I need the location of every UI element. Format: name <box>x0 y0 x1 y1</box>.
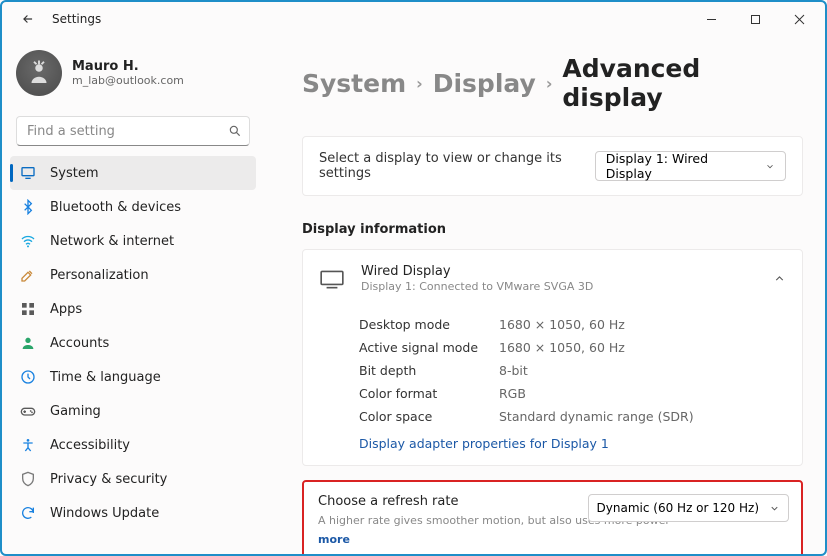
info-value: 1680 × 1050, 60 Hz <box>499 317 625 332</box>
nav-item-personalization[interactable]: Personalization <box>10 258 256 292</box>
accessibility-icon <box>20 437 36 453</box>
privacy-icon <box>20 471 36 487</box>
chevron-up-icon <box>773 272 786 285</box>
window-title: Settings <box>52 12 101 26</box>
nav-item-apps[interactable]: Apps <box>10 292 256 326</box>
info-key: Bit depth <box>359 363 499 378</box>
nav-item-time[interactable]: Time & language <box>10 360 256 394</box>
info-value: Standard dynamic range (SDR) <box>499 409 694 424</box>
chevron-right-icon: › <box>416 74 423 93</box>
refresh-rate-card: Choose a refresh rate A higher rate give… <box>302 480 803 554</box>
adapter-properties-link[interactable]: Display adapter properties for Display 1 <box>359 436 784 451</box>
nav-label: System <box>50 166 98 181</box>
info-row: Color formatRGB <box>359 382 784 405</box>
selector-label: Select a display to view or change its s… <box>319 151 595 181</box>
info-row: Color spaceStandard dynamic range (SDR) <box>359 405 784 428</box>
info-value: 8-bit <box>499 363 528 378</box>
nav-label: Accessibility <box>50 438 130 453</box>
breadcrumb: System › Display › Advanced display <box>302 54 803 112</box>
breadcrumb-current: Advanced display <box>562 54 803 112</box>
nav-item-accounts[interactable]: Accounts <box>10 326 256 360</box>
nav-item-network[interactable]: Network & internet <box>10 224 256 258</box>
search-input[interactable] <box>16 116 250 146</box>
nav-item-update[interactable]: Windows Update <box>10 496 256 530</box>
system-icon <box>20 165 36 181</box>
display-info-body: Desktop mode1680 × 1050, 60 HzActive sig… <box>303 307 802 465</box>
nav-label: Bluetooth & devices <box>50 200 181 215</box>
display-dropdown[interactable]: Display 1: Wired Display <box>595 151 786 181</box>
nav-label: Time & language <box>50 370 161 385</box>
avatar <box>16 50 62 96</box>
chevron-down-icon <box>769 503 780 514</box>
display-sub: Display 1: Connected to VMware SVGA 3D <box>361 280 757 293</box>
refresh-rate-value: Dynamic (60 Hz or 120 Hz) <box>597 501 759 515</box>
display-dropdown-value: Display 1: Wired Display <box>606 151 745 181</box>
nav-item-bluetooth[interactable]: Bluetooth & devices <box>10 190 256 224</box>
nav-item-system[interactable]: System <box>10 156 256 190</box>
breadcrumb-system[interactable]: System <box>302 69 406 98</box>
nav-label: Windows Update <box>50 506 159 521</box>
nav-label: Accounts <box>50 336 109 351</box>
network-icon <box>20 233 36 249</box>
breadcrumb-display[interactable]: Display <box>433 69 536 98</box>
apps-icon <box>20 301 36 317</box>
back-button[interactable] <box>16 7 40 31</box>
nav-label: Apps <box>50 302 82 317</box>
time-icon <box>20 369 36 385</box>
monitor-icon <box>319 269 345 289</box>
nav-label: Personalization <box>50 268 149 283</box>
info-row: Bit depth8-bit <box>359 359 784 382</box>
profile-name: Mauro H. <box>72 59 184 74</box>
accounts-icon <box>20 335 36 351</box>
nav-label: Gaming <box>50 404 101 419</box>
display-name: Wired Display <box>361 264 757 279</box>
refresh-rate-dropdown[interactable]: Dynamic (60 Hz or 120 Hz) <box>588 494 789 522</box>
gaming-icon <box>20 403 36 419</box>
search-icon <box>228 123 242 142</box>
profile-email: m_lab@outlook.com <box>72 74 184 87</box>
maximize-button[interactable] <box>733 4 777 34</box>
minimize-button[interactable] <box>689 4 733 34</box>
display-info-header[interactable]: Wired Display Display 1: Connected to VM… <box>303 250 802 307</box>
nav-item-gaming[interactable]: Gaming <box>10 394 256 428</box>
section-title: Display information <box>302 222 803 237</box>
info-value: RGB <box>499 386 526 401</box>
sidebar: Mauro H. m_lab@outlook.com System Bluetoo… <box>2 36 262 554</box>
chevron-down-icon <box>765 161 775 172</box>
nav-item-accessibility[interactable]: Accessibility <box>10 428 256 462</box>
nav-label: Privacy & security <box>50 472 167 487</box>
info-row: Active signal mode1680 × 1050, 60 Hz <box>359 336 784 359</box>
personalization-icon <box>20 267 36 283</box>
nav-label: Network & internet <box>50 234 174 249</box>
search-box[interactable] <box>16 116 250 146</box>
info-key: Active signal mode <box>359 340 499 355</box>
display-info-card: Wired Display Display 1: Connected to VM… <box>302 249 803 466</box>
info-key: Desktop mode <box>359 317 499 332</box>
info-key: Color format <box>359 386 499 401</box>
profile[interactable]: Mauro H. m_lab@outlook.com <box>10 44 256 110</box>
update-icon <box>20 505 36 521</box>
info-value: 1680 × 1050, 60 Hz <box>499 340 625 355</box>
info-row: Desktop mode1680 × 1050, 60 Hz <box>359 313 784 336</box>
learn-more-link[interactable]: more <box>318 533 350 546</box>
chevron-right-icon: › <box>546 74 553 93</box>
info-key: Color space <box>359 409 499 424</box>
nav-item-privacy[interactable]: Privacy & security <box>10 462 256 496</box>
main-content: System › Display › Advanced display Sele… <box>262 36 825 554</box>
close-button[interactable] <box>777 4 821 34</box>
nav-list: System Bluetooth & devices Network & inter… <box>10 156 256 530</box>
display-selector-card: Select a display to view or change its s… <box>302 136 803 196</box>
bluetooth-icon <box>20 199 36 215</box>
